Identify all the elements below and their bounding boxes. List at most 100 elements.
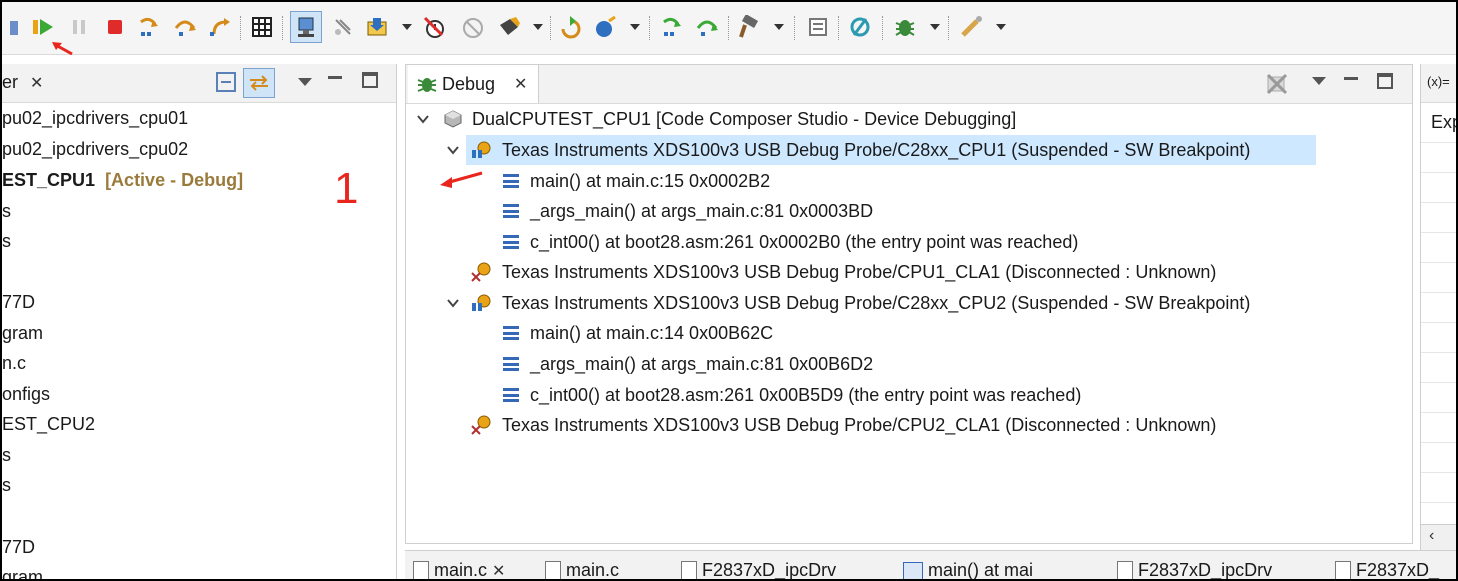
c-file-icon [413,561,429,579]
stack-frame-row[interactable]: main() at main.c:15 0x0002B2 [500,166,1100,196]
tree-item-label: gram [2,567,44,581]
launch-row-label: DualCPUTEST_CPU1 [Code Composer Studio -… [472,109,1017,129]
connect-target-icon[interactable] [290,11,322,43]
tree-item[interactable]: s [2,196,11,226]
thread-row-cpu2-cla1[interactable]: Texas Instruments XDS100v3 USB Debug Pro… [466,410,1316,440]
tree-item[interactable]: EST_CPU2 [2,409,95,439]
tree-item[interactable]: 77D [2,532,35,562]
horizontal-scrollbar[interactable]: ‹ [1421,524,1456,551]
terminate-icon[interactable] [102,14,128,40]
thread-row-cpu1[interactable]: Texas Instruments XDS100v3 USB Debug Pro… [466,135,1316,165]
annotation-label: 1 [334,164,359,213]
view-expressions-icon[interactable] [847,14,873,40]
new-breakpoint-icon[interactable] [496,14,522,40]
chevron-down-icon[interactable] [446,135,460,165]
tree-item[interactable]: pu02_ipcdrivers_cpu02 [2,134,188,164]
debug-dropdown-icon[interactable] [2,14,28,40]
restart-icon[interactable] [557,14,583,40]
scroll-left-icon[interactable]: ‹ [1429,527,1434,545]
expressions-column-header: Exp [1431,112,1456,132]
thread-row-label: Texas Instruments XDS100v3 USB Debug Pro… [502,140,1251,160]
debug-toolbar [2,2,1456,56]
tree-item-label: s [2,445,11,465]
editor-tab[interactable]: main.c [545,557,619,579]
view-menu-icon[interactable] [1312,77,1326,85]
stack-frame-icon [500,318,522,348]
collapse-all-icon[interactable] [216,72,236,92]
step-into-icon[interactable] [136,14,162,40]
editor-tab[interactable]: F2837xD_ipcDrv [681,557,836,579]
close-icon[interactable]: ✕ [492,563,505,579]
maximize-icon[interactable] [1377,73,1393,89]
tree-item-label: onfigs [2,384,51,404]
close-icon[interactable]: ✕ [514,74,527,94]
minimize-icon[interactable] [328,76,342,79]
tab-debug[interactable]: Debug ✕ [408,65,539,103]
tree-item[interactable]: pu02_ipcdrivers_cpu01 [2,103,188,133]
editor-tab[interactable]: main() at mai [903,557,1033,579]
reset-cpu-icon[interactable] [592,14,618,40]
suspend-icon[interactable] [66,14,92,40]
expressions-icon[interactable] [805,14,831,40]
resume-icon[interactable] [30,14,56,40]
minimize-icon[interactable] [1344,77,1358,80]
chevron-down-icon[interactable] [446,288,460,318]
step-over-icon[interactable] [172,14,198,40]
thread-row-cpu1-cla1[interactable]: Texas Instruments XDS100v3 USB Debug Pro… [466,257,1316,287]
memory-browser-icon[interactable] [249,14,275,40]
thread-row-cpu2[interactable]: Texas Instruments XDS100v3 USB Debug Pro… [466,288,1316,318]
annotation-arrow-icon [440,171,483,188]
ide-window: er ✕ pu02_ipcdrivers_cpu01 pu02_ipcdrive… [0,0,1458,581]
editor-tab[interactable]: F2837xD_ [1335,557,1439,579]
tree-item[interactable]: gram [2,562,44,581]
breakpoint-dropdown-icon[interactable] [533,24,543,30]
disconnect-target-icon[interactable] [330,14,356,40]
load-program-dropdown-icon[interactable] [402,24,412,30]
editor-tab[interactable]: main.c ✕ [413,557,505,579]
editor-tab[interactable]: F2837xD_ipcDrv [1117,557,1273,580]
assembly-step-into-icon[interactable] [659,14,685,40]
build-icon[interactable] [737,14,763,40]
tree-item-label: n.c [2,353,27,373]
close-icon[interactable]: ✕ [30,73,43,93]
stack-frame-row[interactable]: main() at main.c:14 0x00B62C [500,318,1100,348]
tree-item[interactable]: 77D [2,287,35,317]
tree-item[interactable]: gram [2,318,43,348]
step-return-icon[interactable] [207,14,233,40]
view-menu-icon[interactable] [298,78,312,86]
stack-frame-label: main() at main.c:14 0x00B62C [530,323,774,343]
expressions-tab-label[interactable]: (x)= [1427,74,1450,89]
stack-frame-row[interactable]: c_int00() at boot28.asm:261 0x00B5D9 (th… [500,380,1200,410]
toolbar-separator [240,16,241,40]
stack-frame-row[interactable]: _args_main() at args_main.c:81 0x0003BD [500,196,1100,226]
stack-frame-row[interactable]: _args_main() at args_main.c:81 0x00B6D2 [500,349,1100,379]
remove-all-terminated-icon[interactable] [1264,71,1290,97]
assembly-step-over-icon[interactable] [694,14,720,40]
tree-item[interactable]: s [2,226,11,256]
skip-breakpoints-icon[interactable] [460,14,486,40]
tree-item[interactable]: s [2,470,11,500]
maximize-icon[interactable] [362,72,378,88]
debug-bug-icon [417,78,437,92]
project-explorer-tab-label[interactable]: er [2,72,18,93]
tree-item[interactable]: n.c [2,348,26,378]
tree-item[interactable]: onfigs [2,379,50,409]
debug-dropdown-icon[interactable] [930,24,940,30]
tree-item-label: EST_CPU1 [2,170,96,190]
remove-breakpoints-icon[interactable] [422,14,448,40]
editor-tab-label: F2837xD_ipcDrv [1138,560,1273,580]
load-program-icon[interactable] [364,14,390,40]
launch-row[interactable]: DualCPUTEST_CPU1 [Code Composer Studio -… [406,104,1406,134]
debug-perspective-icon[interactable] [892,14,918,40]
h-file-icon [1117,561,1133,579]
tree-item[interactable]: s [2,440,11,470]
toolbar-separator [794,16,795,40]
link-with-editor-icon[interactable] [243,68,275,98]
stack-frame-row[interactable]: c_int00() at boot28.asm:261 0x0002B0 (th… [500,227,1200,257]
chevron-down-icon[interactable] [416,104,430,134]
tools-icon[interactable] [959,14,985,40]
build-dropdown-icon[interactable] [774,24,784,30]
tools-dropdown-icon[interactable] [996,24,1006,30]
tree-item-active-project[interactable]: EST_CPU1 [Active - Debug] [2,165,243,195]
reset-dropdown-icon[interactable] [630,24,640,30]
